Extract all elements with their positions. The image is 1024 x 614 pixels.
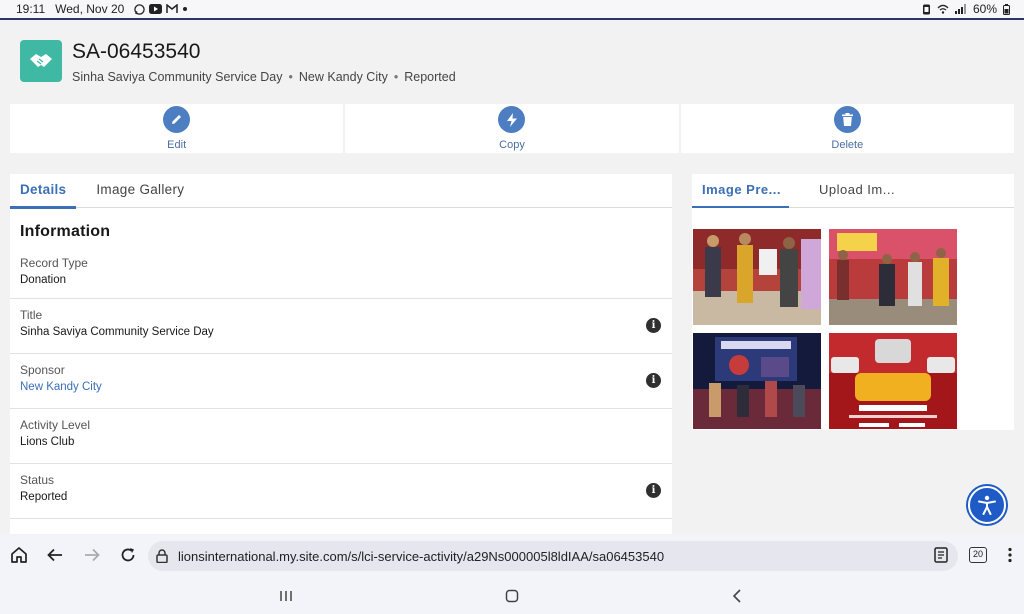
url-text: lionsinternational.my.site.com/s/lci-ser… [178, 548, 665, 564]
top-divider [0, 18, 1024, 20]
tab-image-preview[interactable]: Image Pre... [692, 174, 789, 208]
home-icon[interactable] [8, 544, 30, 566]
edit-button[interactable]: Edit [10, 104, 344, 153]
info-icon[interactable]: i [646, 318, 661, 333]
field-label: Title [20, 308, 43, 322]
copy-label: Copy [499, 139, 525, 151]
lightning-icon [498, 106, 526, 133]
copy-button[interactable]: Copy [345, 104, 679, 153]
edit-label: Edit [167, 139, 187, 151]
field-label: Status [20, 473, 55, 487]
youtube-icon [149, 4, 163, 14]
browser-toolbar: lionsinternational.my.site.com/s/lci-ser… [0, 534, 1024, 578]
status-time: 19:11 [16, 2, 46, 16]
details-tabs: Details Image Gallery [10, 174, 672, 209]
back-nav-icon[interactable] [727, 586, 747, 606]
record-name: Sinha Saviya Community Service Day [72, 70, 283, 84]
battery-level: 60% [972, 2, 997, 16]
field-status: Status Reported i [10, 464, 672, 519]
field-label: Sponsor [20, 363, 65, 377]
gallery-tabs: Image Pre... Upload Im... [692, 174, 1014, 208]
field-title: Title Sinha Saviya Community Service Day… [10, 299, 672, 354]
forward-arrow-icon[interactable] [81, 544, 103, 566]
field-value: Lions Club [20, 436, 75, 448]
more-menu-icon[interactable] [999, 544, 1021, 566]
gallery-image[interactable] [829, 229, 957, 325]
gallery-image[interactable] [693, 229, 821, 325]
accessibility-button[interactable] [968, 486, 1006, 524]
signal-icon [954, 4, 966, 14]
record-status: Reported [404, 70, 456, 84]
handshake-icon [20, 40, 62, 82]
record-subtitle: Sinha Saviya Community Service Day • New… [72, 70, 456, 84]
vibrate-icon [922, 4, 930, 14]
whatsapp-icon [134, 3, 146, 15]
battery-icon [1003, 3, 1010, 15]
tab-details[interactable]: Details [10, 174, 77, 209]
record-header: SA-06453540 Sinha Saviya Community Servi… [20, 40, 620, 90]
trash-icon [833, 106, 861, 133]
field-label: Record Type [20, 256, 88, 270]
gmail-icon [166, 4, 179, 13]
gallery-image[interactable] [829, 333, 957, 429]
record-number: SA-06453540 [72, 40, 201, 63]
tab-upload-image[interactable]: Upload Im... [809, 174, 906, 208]
field-activity-level: Activity Level Lions Club [10, 409, 672, 464]
separator: • [288, 70, 293, 84]
delete-button[interactable]: Delete [680, 104, 1014, 153]
system-nav-bar [0, 578, 1024, 614]
reload-icon[interactable] [117, 544, 139, 566]
pencil-icon [163, 106, 191, 133]
info-icon[interactable]: i [646, 483, 661, 498]
field-value: Reported [20, 491, 68, 503]
field-value: Sinha Saviya Community Service Day [20, 326, 214, 338]
recent-apps-icon[interactable] [276, 586, 296, 606]
tab-image-gallery[interactable]: Image Gallery [86, 174, 194, 208]
status-bar: 19:11 Wed, Nov 20 60% [0, 0, 1024, 18]
gallery-image[interactable] [693, 333, 821, 429]
details-card: Details Image Gallery Information Record… [10, 174, 672, 534]
field-value: Donation [20, 274, 67, 286]
field-sponsor: Sponsor New Kandy City i [10, 354, 672, 409]
record-sponsor: New Kandy City [298, 70, 388, 84]
info-icon[interactable]: i [646, 373, 661, 388]
accessibility-icon [978, 495, 996, 515]
lock-icon [156, 549, 168, 563]
home-nav-icon[interactable] [502, 586, 522, 606]
tab-count-button[interactable]: 20 [969, 547, 987, 563]
field-record-type: Record Type Donation [10, 253, 672, 299]
reader-mode-icon[interactable] [930, 544, 952, 566]
image-preview-card: Image Pre... Upload Im... [692, 174, 1014, 430]
dot-icon [183, 7, 188, 11]
wifi-icon [937, 4, 949, 14]
sponsor-link[interactable]: New Kandy City [20, 381, 662, 393]
action-bar: Edit Copy Delete [10, 104, 1014, 153]
address-bar[interactable]: lionsinternational.my.site.com/s/lci-ser… [148, 541, 958, 571]
field-label: Activity Level [20, 418, 91, 432]
back-arrow-icon[interactable] [44, 544, 66, 566]
section-title: Information [20, 223, 111, 240]
separator: • [393, 70, 399, 84]
delete-label: Delete [831, 139, 864, 151]
status-date: Wed, Nov 20 [55, 2, 125, 16]
